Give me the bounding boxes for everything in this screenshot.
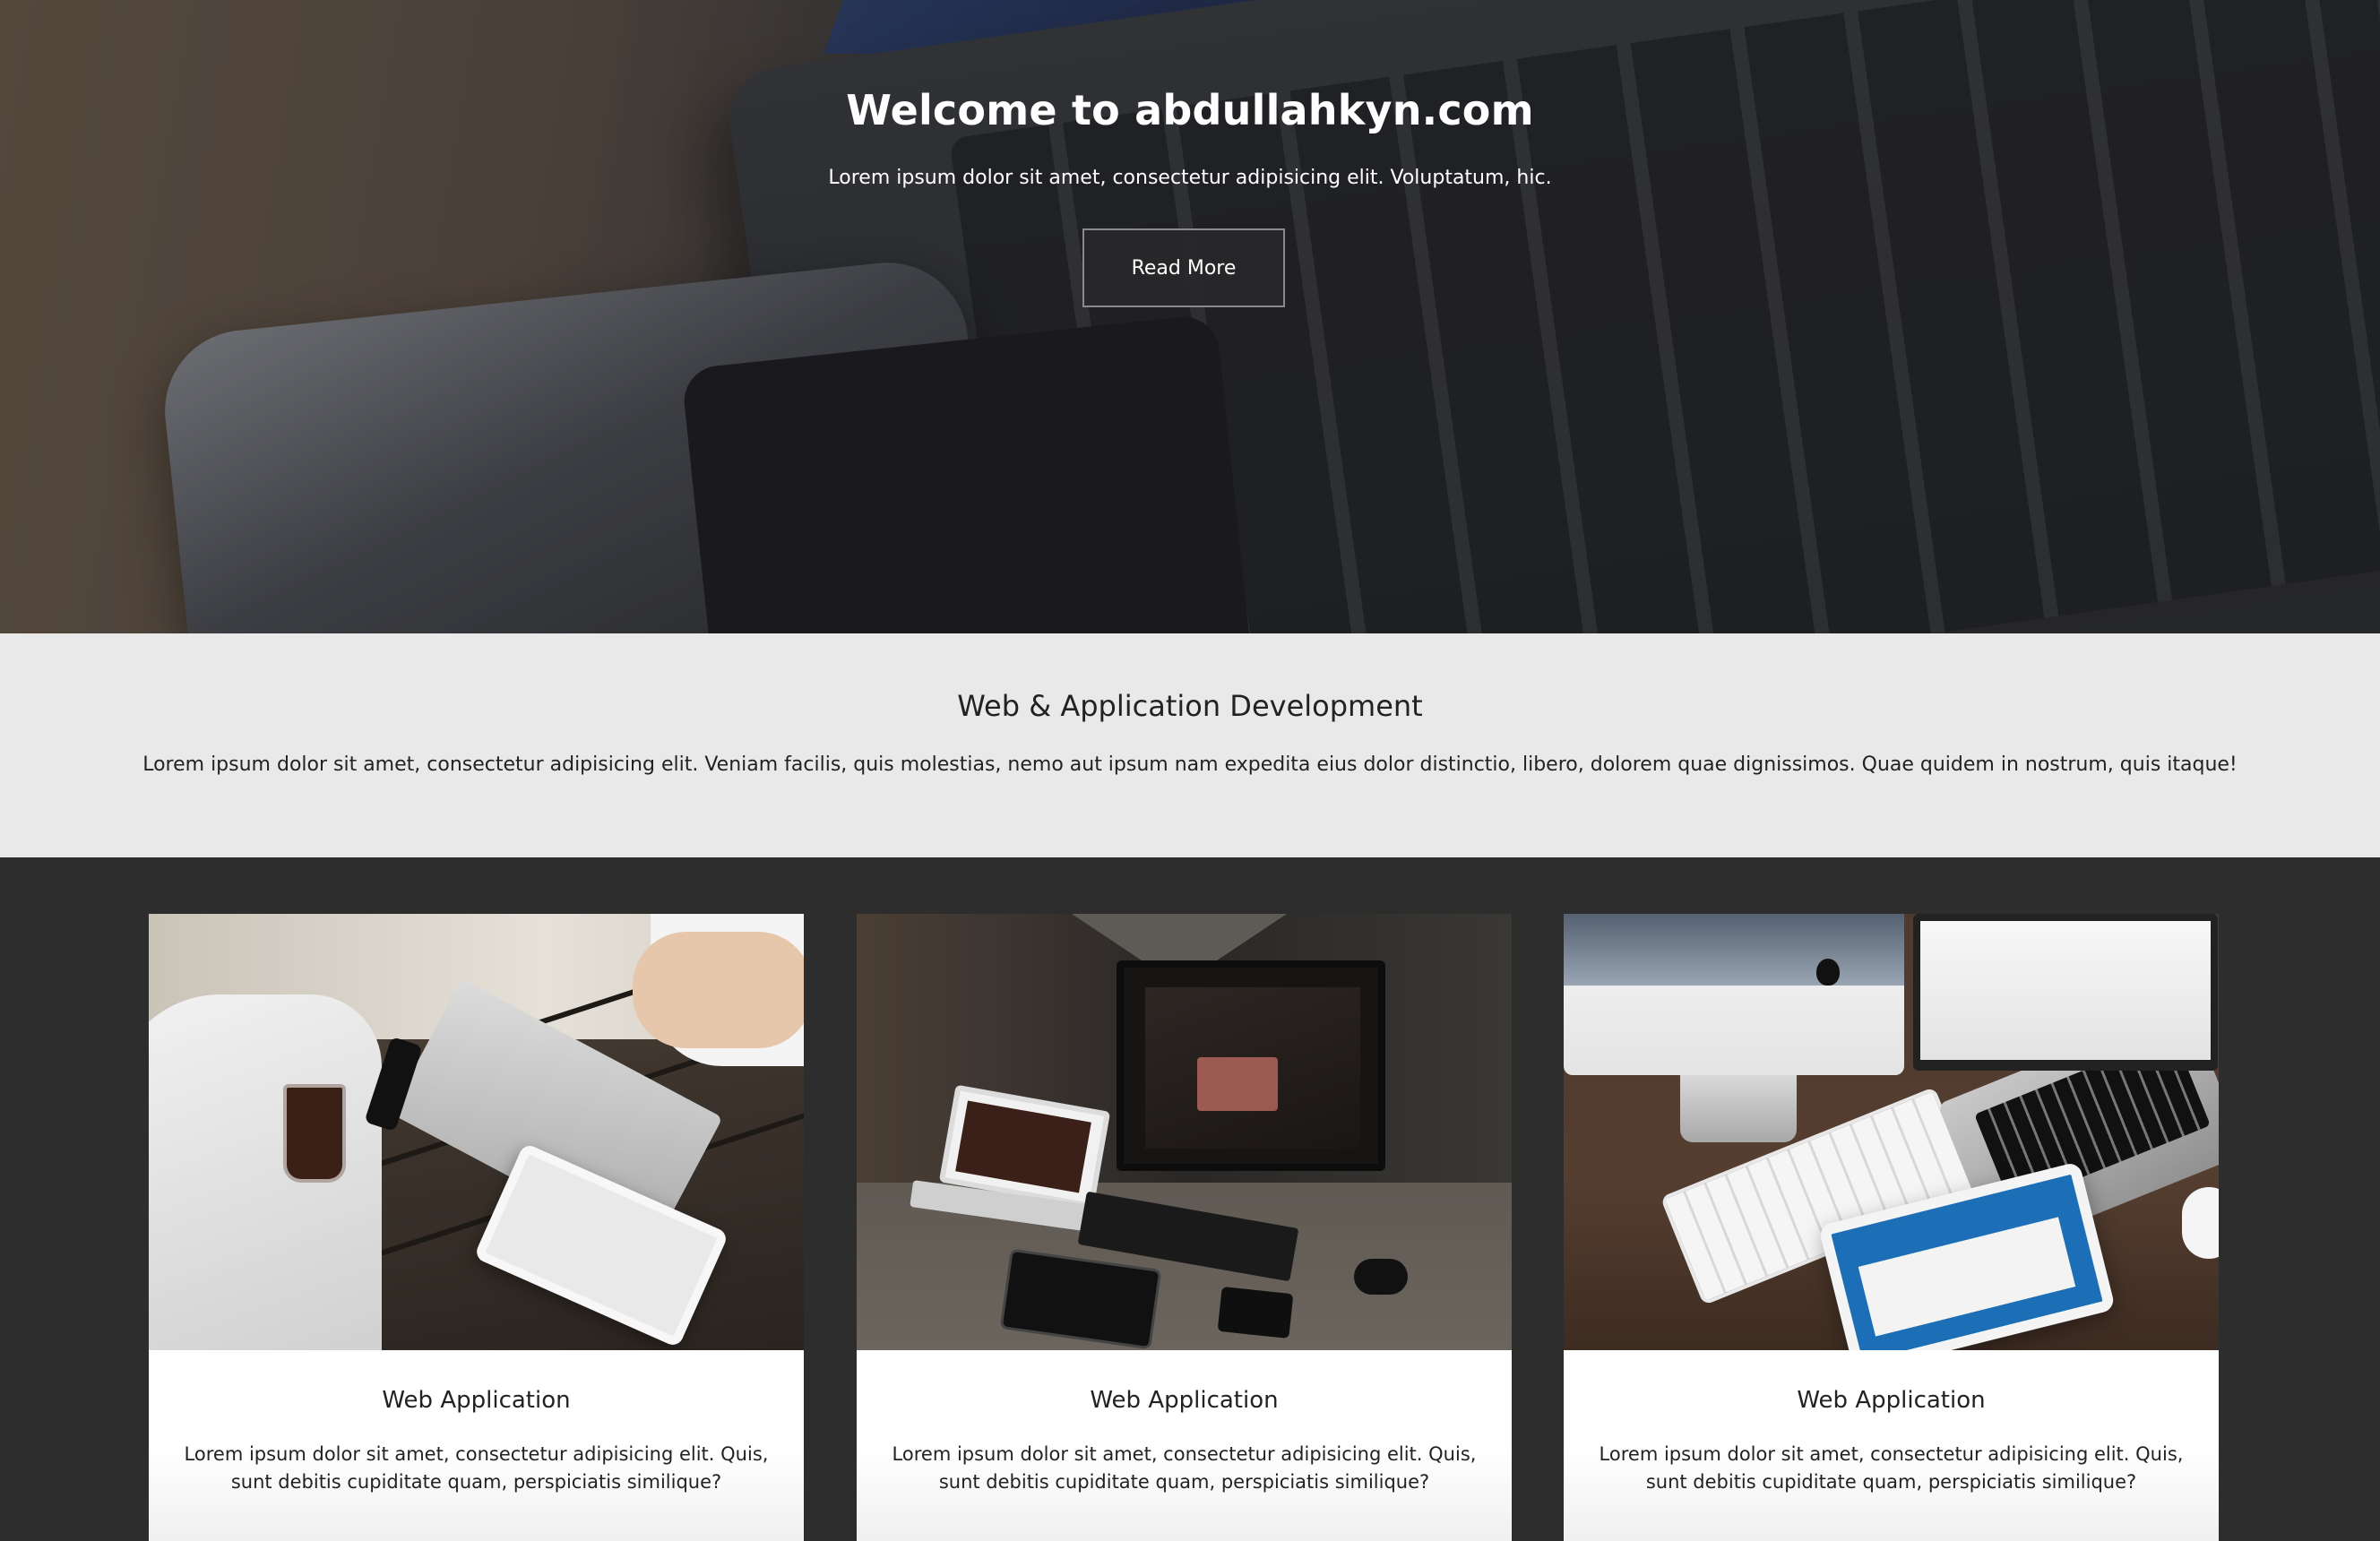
image-phone — [1217, 1286, 1294, 1339]
service-card[interactable]: Web Application Lorem ipsum dolor sit am… — [149, 914, 804, 1541]
card-title: Web Application — [1090, 1387, 1279, 1414]
image-imac-screen — [1564, 914, 1904, 986]
intro-section: Web & Application Development Lorem ipsu… — [0, 633, 2380, 857]
intro-title: Web & Application Development — [957, 689, 1423, 723]
image-imac-stand — [1680, 1075, 1797, 1142]
card-image-apple-devices — [1564, 914, 2219, 1350]
image-tablet — [999, 1248, 1162, 1350]
service-card[interactable]: Web Application Lorem ipsum dolor sit am… — [1564, 914, 2219, 1541]
card-image-desk-setup — [857, 914, 1512, 1350]
card-text: Lorem ipsum dolor sit amet, consectetur … — [892, 1443, 1477, 1493]
read-more-button[interactable]: Read More — [1082, 228, 1285, 307]
image-macbook-screen — [1913, 914, 2218, 1071]
intro-text: Lorem ipsum dolor sit amet, consectetur … — [142, 753, 2238, 776]
card-title: Web Application — [1797, 1387, 1986, 1414]
card-title: Web Application — [382, 1387, 571, 1414]
image-mouse — [1354, 1259, 1408, 1295]
image-arm — [633, 932, 804, 1048]
image-cup — [283, 1084, 346, 1183]
hero-title: Welcome to abdullahkyn.com — [846, 86, 1534, 134]
card-text: Lorem ipsum dolor sit amet, consectetur … — [1599, 1443, 2184, 1493]
hero-section: Welcome to abdullahkyn.com Lorem ipsum d… — [0, 0, 2380, 633]
card-text: Lorem ipsum dolor sit amet, consectetur … — [184, 1443, 769, 1493]
image-open-sign — [1197, 1057, 1278, 1111]
cards-section: Web Application Lorem ipsum dolor sit am… — [0, 857, 2380, 1541]
apple-logo-icon — [1816, 959, 1840, 986]
hero-subtitle: Lorem ipsum dolor sit amet, consectetur … — [828, 167, 1552, 189]
card-image-people-at-table — [149, 914, 804, 1350]
service-card[interactable]: Web Application Lorem ipsum dolor sit am… — [857, 914, 1512, 1541]
image-person — [149, 994, 382, 1350]
image-mouse — [2182, 1187, 2219, 1259]
